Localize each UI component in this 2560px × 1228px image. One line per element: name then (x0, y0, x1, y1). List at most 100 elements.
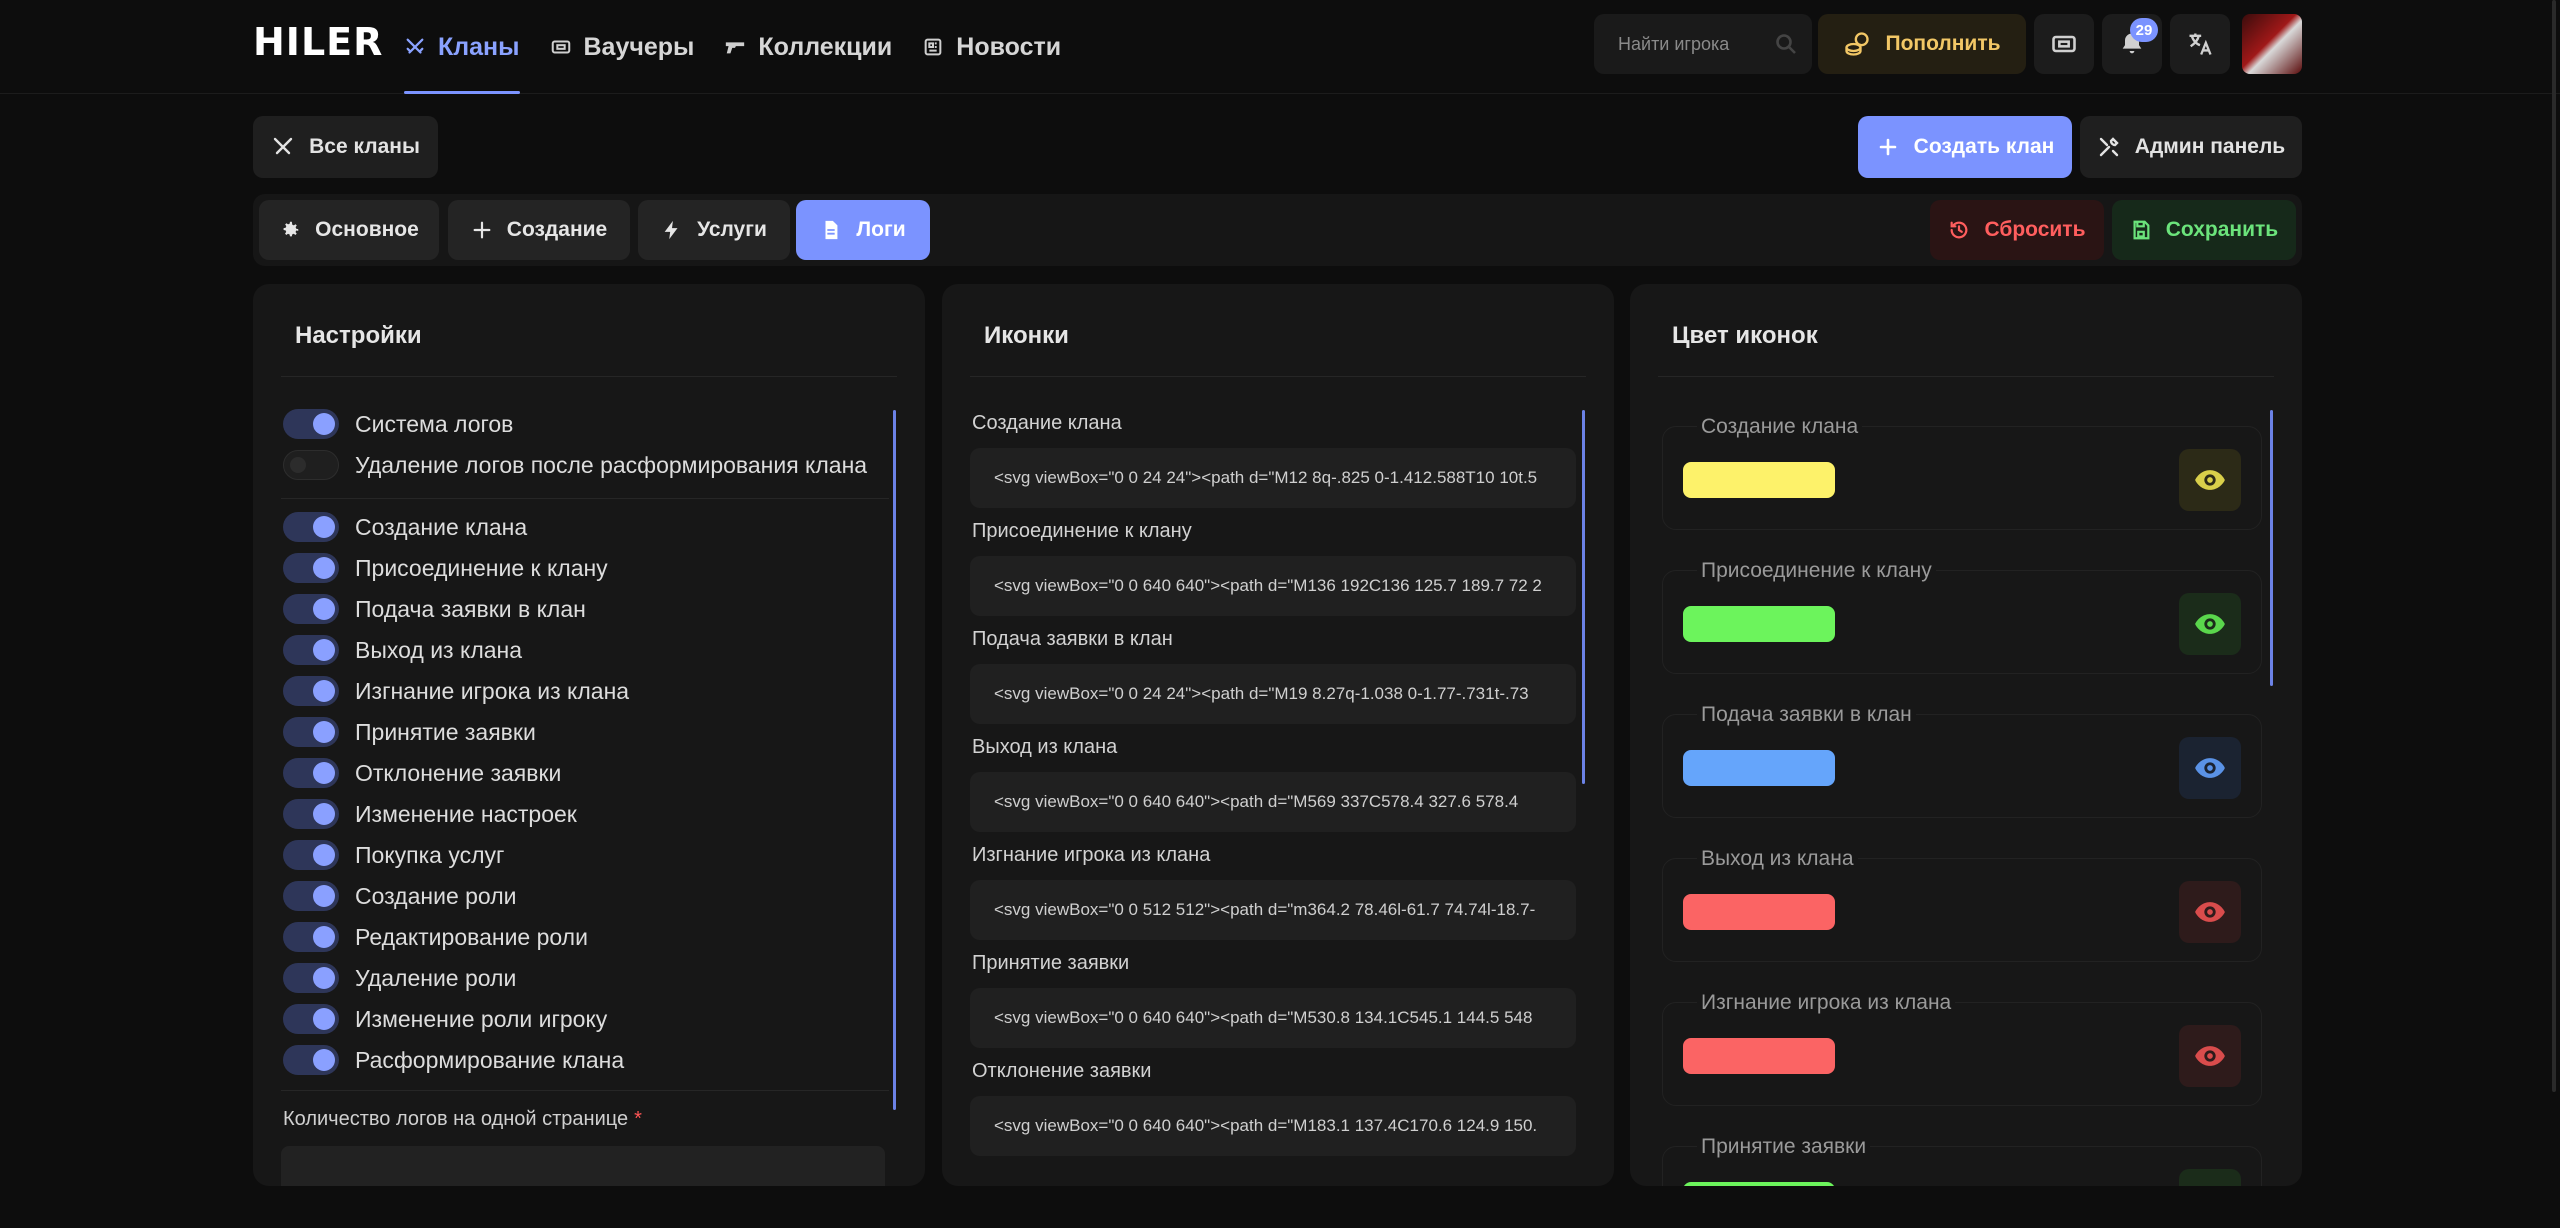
scrollbar[interactable] (2270, 410, 2273, 686)
eye-icon (2195, 614, 2225, 634)
toggle-reject-request[interactable]: Отклонение заявки (283, 757, 561, 789)
newspaper-icon (924, 38, 942, 56)
toggle-switch[interactable] (283, 512, 339, 542)
swords-icon (406, 38, 424, 54)
toggle-accept-request[interactable]: Принятие заявки (283, 716, 536, 748)
page-size-text: Количество логов на одной странице (283, 1108, 629, 1130)
toggle-switch[interactable] (283, 1004, 339, 1034)
player-search (1594, 14, 1812, 74)
toggle-player-role-change[interactable]: Изменение роли игроку (283, 1003, 607, 1035)
nav-item-collections[interactable]: Коллекции (724, 0, 892, 94)
preview-button[interactable] (2179, 449, 2241, 511)
toggle-switch[interactable] (283, 450, 339, 480)
search-icon[interactable] (1774, 32, 1798, 56)
language-button[interactable] (2170, 14, 2230, 74)
toggle-switch[interactable] (283, 594, 339, 624)
color-card: Подача заявки в клан (1662, 703, 2262, 818)
nav-item-vouchers[interactable]: Ваучеры (550, 0, 694, 94)
toggle-switch[interactable] (283, 922, 339, 952)
reset-button[interactable]: Сбросить (1930, 200, 2104, 260)
icon-code-input[interactable]: <svg viewBox="0 0 640 640"><path d="M569… (970, 772, 1576, 832)
toggle-switch[interactable] (283, 799, 339, 829)
preview-button[interactable] (2179, 1025, 2241, 1087)
avatar[interactable] (2242, 14, 2302, 74)
tab-logs[interactable]: Логи (796, 200, 930, 260)
toggle-clan-creation[interactable]: Создание клана (283, 511, 527, 543)
color-swatch[interactable] (1683, 462, 1835, 498)
nav-item-clans[interactable]: Кланы (404, 0, 520, 94)
search-input[interactable] (1618, 33, 1768, 55)
toggle-role-create[interactable]: Создание роли (283, 880, 516, 912)
create-clan-button[interactable]: Создать клан (1858, 116, 2072, 178)
reset-label: Сбросить (1984, 218, 2086, 241)
toggle-switch[interactable] (283, 553, 339, 583)
scrollbar[interactable] (893, 410, 896, 1110)
topup-button[interactable]: Пополнить (1818, 14, 2026, 74)
color-swatch[interactable] (1683, 894, 1835, 930)
toggle-role-delete[interactable]: Удаление роли (283, 962, 516, 994)
tab-label: Услуги (697, 218, 767, 241)
tools-icon (2099, 137, 2119, 157)
toggle-switch[interactable] (283, 676, 339, 706)
color-swatch[interactable] (1683, 1182, 1835, 1186)
tab-creation[interactable]: Создание (448, 200, 630, 260)
voucher-button[interactable] (2034, 14, 2094, 74)
toggle-label: Принятие заявки (355, 718, 536, 745)
color-card-title: Изгнание игрока из клана (1697, 991, 1956, 1015)
color-card-title: Принятие заявки (1697, 1135, 1871, 1159)
toggle-switch[interactable] (283, 635, 339, 665)
toggle-role-edit[interactable]: Редактирование роли (283, 921, 588, 953)
admin-panel-button[interactable]: Админ панель (2080, 116, 2302, 178)
separator (281, 376, 897, 377)
icon-code-input[interactable]: <svg viewBox="0 0 24 24"><path d="M12 8q… (970, 448, 1576, 508)
toggle-join-clan[interactable]: Присоединение к клану (283, 552, 608, 584)
preview-button[interactable] (2179, 737, 2241, 799)
toggle-label: Создание роли (355, 882, 517, 909)
page-scrollbar[interactable] (2552, 0, 2556, 1092)
nav-item-news[interactable]: Новости (922, 0, 1061, 94)
toggle-switch[interactable] (283, 758, 339, 788)
icon-label: Присоединение к клану (972, 520, 1192, 542)
tab-label: Логи (856, 218, 906, 241)
toggle-leave-clan[interactable]: Выход из клана (283, 634, 522, 666)
color-swatch[interactable] (1683, 606, 1835, 642)
icon-code-input[interactable]: <svg viewBox="0 0 640 640"><path d="M136… (970, 556, 1576, 616)
toggle-switch[interactable] (283, 717, 339, 747)
toggle-buy-services[interactable]: Покупка услуг (283, 839, 504, 871)
icon-code-input[interactable]: <svg viewBox="0 0 24 24"><path d="M19 8.… (970, 664, 1576, 724)
toggle-label: Редактирование роли (355, 923, 588, 950)
toggle-label: Удаление роли (355, 964, 517, 991)
toggle-switch[interactable] (283, 1045, 339, 1075)
all-clans-button[interactable]: Все кланы (253, 116, 438, 178)
color-swatch[interactable] (1683, 750, 1835, 786)
scrollbar[interactable] (1582, 410, 1585, 784)
toggle-switch[interactable] (283, 840, 339, 870)
logo[interactable]: HILER (253, 20, 383, 64)
toggle-delete-logs[interactable]: Удаление логов после расформирования кла… (283, 449, 867, 481)
preview-button[interactable] (2179, 593, 2241, 655)
toggle-kick-player[interactable]: Изгнание игрока из клана (283, 675, 629, 707)
save-button[interactable]: Сохранить (2112, 200, 2296, 260)
color-swatch[interactable] (1683, 1038, 1835, 1074)
icon-code-input[interactable]: <svg viewBox="0 0 640 640"><path d="M530… (970, 988, 1576, 1048)
toggle-settings-change[interactable]: Изменение настроек (283, 798, 577, 830)
page-size-input[interactable] (281, 1146, 885, 1186)
toggle-switch[interactable] (283, 963, 339, 993)
toggle-log-system[interactable]: Система логов (283, 408, 513, 440)
preview-button[interactable] (2179, 1169, 2241, 1186)
panel-title: Цвет иконок (1672, 322, 1818, 349)
toggle-clan-disband[interactable]: Расформирование клана (283, 1044, 624, 1076)
icon-code-input[interactable]: <svg viewBox="0 0 512 512"><path d="m364… (970, 880, 1576, 940)
plus-icon (473, 221, 491, 239)
toggle-switch[interactable] (283, 881, 339, 911)
save-label: Сохранить (2165, 218, 2279, 241)
eye-icon (2193, 1183, 2227, 1186)
toggle-switch[interactable] (283, 409, 339, 439)
preview-button[interactable] (2179, 881, 2241, 943)
main-nav: Кланы Ваучеры Коллекции Новости (404, 0, 1061, 94)
icon-label: Принятие заявки (972, 952, 1130, 974)
icon-code-input[interactable]: <svg viewBox="0 0 640 640"><path d="M183… (970, 1096, 1576, 1156)
tab-services[interactable]: Услуги (638, 200, 790, 260)
tab-main[interactable]: Основное (259, 200, 439, 260)
toggle-apply-clan[interactable]: Подача заявки в клан (283, 593, 586, 625)
